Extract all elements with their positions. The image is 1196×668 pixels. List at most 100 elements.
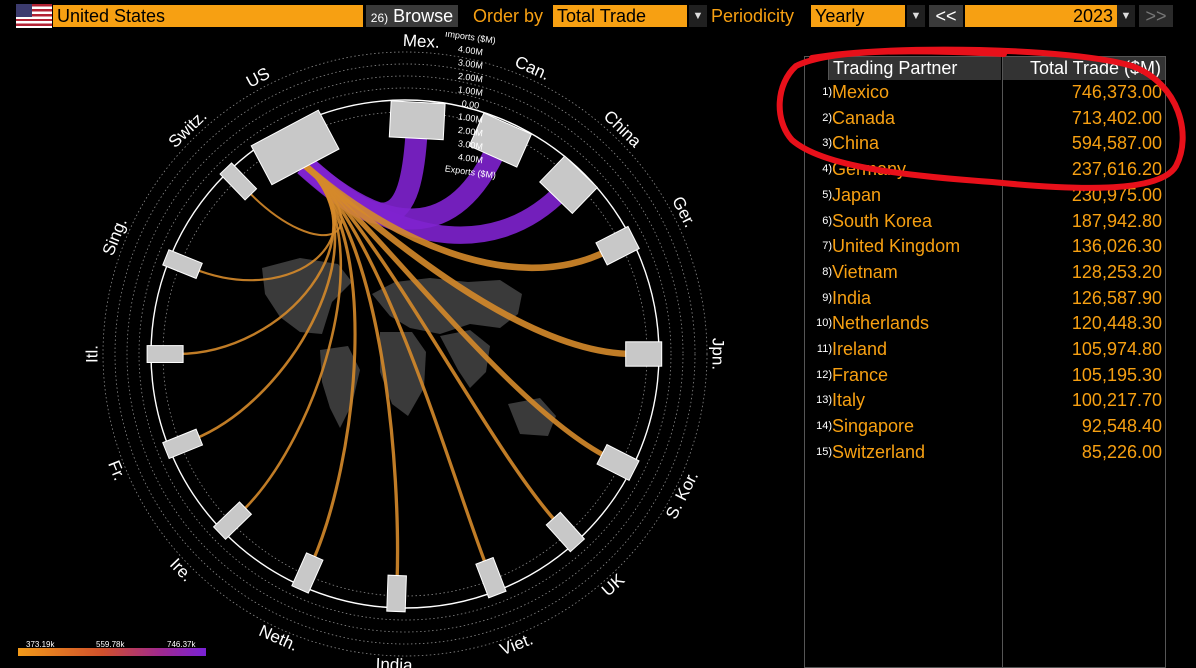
partner-name[interactable]: Germany — [832, 157, 906, 182]
row-index: 4) — [822, 163, 832, 176]
scale-label: 3.00M — [457, 57, 483, 70]
table-row[interactable]: 9) India 126,587.90 — [806, 286, 1164, 311]
partner-label: Neth. — [256, 621, 301, 655]
partner-label: Ger. — [668, 193, 700, 230]
year-dropdown-icon[interactable]: ▼ — [1117, 5, 1135, 27]
table-row[interactable]: 12) France 105,195.30 — [806, 363, 1164, 388]
partner-name[interactable]: France — [832, 363, 888, 388]
browse-label: Browse — [393, 6, 454, 26]
periodicity-dropdown-icon[interactable]: ▼ — [907, 5, 925, 27]
row-index: 7) — [822, 240, 832, 253]
table-row[interactable]: 15) Switzerland 85,226.00 — [806, 440, 1164, 465]
header-total-trade[interactable]: Total Trade ($M) — [1003, 57, 1165, 80]
partner-name[interactable]: Singapore — [832, 414, 914, 439]
partner-name[interactable]: Japan — [832, 183, 881, 208]
partner-label: Sing. — [99, 215, 131, 258]
partner-box-neth[interactable] — [291, 552, 324, 594]
header-trading-partner[interactable]: Trading Partner — [829, 57, 1001, 80]
partner-box-skor[interactable] — [596, 443, 640, 482]
partner-name[interactable]: Vietnam — [832, 260, 898, 285]
partner-name[interactable]: South Korea — [832, 209, 932, 234]
partner-box-switz[interactable] — [219, 162, 258, 201]
total-trade-value: 85,226.00 — [1081, 441, 1162, 462]
partner-label: Viet. — [497, 629, 535, 659]
partner-name[interactable]: Netherlands — [832, 311, 929, 336]
flow-ire — [240, 164, 343, 514]
partner-box-sing[interactable] — [162, 249, 203, 280]
table-row[interactable]: 7) United Kingdom 136,026.30 — [806, 234, 1164, 259]
total-trade-value: 713,402.00 — [1071, 107, 1162, 128]
legend-min: 373.19k — [26, 640, 55, 649]
partner-label: Can. — [512, 52, 553, 84]
table-row[interactable]: 10) Netherlands 120,448.30 — [806, 311, 1164, 336]
total-trade-value: 128,253.20 — [1071, 261, 1162, 282]
partner-name[interactable]: United Kingdom — [832, 234, 960, 259]
periodicity-select[interactable]: Yearly — [811, 5, 905, 27]
partner-name[interactable]: Switzerland — [832, 440, 925, 465]
table-row[interactable]: 5) Japan 230,975.00 — [806, 183, 1164, 208]
legend-max: 746.37k — [167, 640, 196, 649]
table-row[interactable]: 11) Ireland 105,974.80 — [806, 337, 1164, 362]
browse-shortcut: 26) — [370, 11, 389, 25]
partner-name[interactable]: Italy — [832, 388, 865, 413]
row-index: 9) — [822, 291, 832, 304]
table-row[interactable]: 14) Singapore 92,548.40 — [806, 414, 1164, 439]
next-period-button[interactable]: >> — [1139, 5, 1173, 27]
partner-label: China — [600, 107, 646, 152]
table-row[interactable]: 4) Germany 237,616.20 — [806, 157, 1164, 182]
table-row[interactable]: 6) South Korea 187,942.80 — [806, 209, 1164, 234]
scale-label: 2.00M — [457, 125, 483, 138]
us-flag-icon — [16, 4, 52, 28]
table-row[interactable]: 3) China 594,587.00 — [806, 131, 1164, 156]
partner-name[interactable]: Mexico — [832, 80, 889, 105]
total-trade-value: 100,217.70 — [1071, 390, 1162, 411]
partner-label: Mex. — [402, 32, 440, 52]
row-index: 10) — [816, 317, 832, 330]
partner-box-itl[interactable] — [146, 345, 184, 364]
table-row[interactable]: 8) Vietnam 128,253.20 — [806, 260, 1164, 285]
scale-label: 2.00M — [457, 71, 483, 84]
periodicity-label: Periodicity — [711, 6, 795, 26]
toolbar: United States 26) Browse Order by Total … — [0, 0, 1196, 32]
partner-box-ger[interactable] — [595, 225, 640, 266]
scale-label: 1.00M — [457, 111, 483, 124]
row-index: 14) — [816, 420, 832, 433]
total-trade-value: 105,974.80 — [1071, 339, 1162, 359]
partner-box-india[interactable] — [386, 574, 407, 613]
partner-box-mex[interactable] — [388, 100, 446, 141]
partner-name[interactable]: Canada — [832, 106, 895, 131]
table-row[interactable]: 2) Canada 713,402.00 — [806, 106, 1164, 131]
total-trade-value: 237,616.20 — [1071, 159, 1162, 180]
row-index: 11) — [816, 343, 832, 355]
table-row[interactable]: 13) Italy 100,217.70 — [806, 388, 1164, 413]
row-index: 8) — [822, 265, 832, 278]
partner-name[interactable]: India — [832, 286, 871, 311]
scale-label: 3.00M — [457, 138, 483, 151]
color-legend — [18, 648, 206, 656]
trade-chord-chart: Mex. Can. China Ger. Jpn. S. Kor. UK Viet. India… — [82, 32, 727, 668]
partner-name[interactable]: Ireland — [832, 337, 887, 362]
partner-name[interactable]: China — [832, 131, 879, 156]
total-trade-value: 230,975.00 — [1071, 184, 1162, 205]
partner-box-jpn[interactable] — [625, 341, 663, 367]
scale-label: Imports ($M) — [444, 32, 496, 46]
row-index: 15) — [816, 445, 832, 458]
row-index: 1) — [822, 86, 832, 98]
total-trade-value: 92,548.40 — [1081, 416, 1162, 437]
partner-box-fr[interactable] — [162, 428, 204, 460]
partner-label: India — [375, 655, 413, 668]
country-field[interactable]: United States — [53, 5, 363, 27]
total-trade-value: 594,587.00 — [1071, 133, 1162, 154]
row-index: 3) — [822, 137, 832, 150]
browse-button[interactable]: 26) Browse — [366, 5, 458, 27]
order-by-dropdown-icon[interactable]: ▼ — [689, 5, 707, 27]
row-index: 6) — [822, 214, 832, 227]
total-trade-value: 746,373.00 — [1071, 82, 1162, 102]
previous-period-button[interactable]: << — [929, 5, 963, 27]
partner-box-viet[interactable] — [475, 556, 507, 599]
partner-label: Switz. — [165, 106, 211, 151]
year-select[interactable]: 2023 — [965, 5, 1117, 27]
table-row[interactable]: 1) Mexico 746,373.00 — [806, 80, 1164, 105]
row-index: 13) — [816, 394, 832, 407]
order-by-select[interactable]: Total Trade — [553, 5, 687, 27]
